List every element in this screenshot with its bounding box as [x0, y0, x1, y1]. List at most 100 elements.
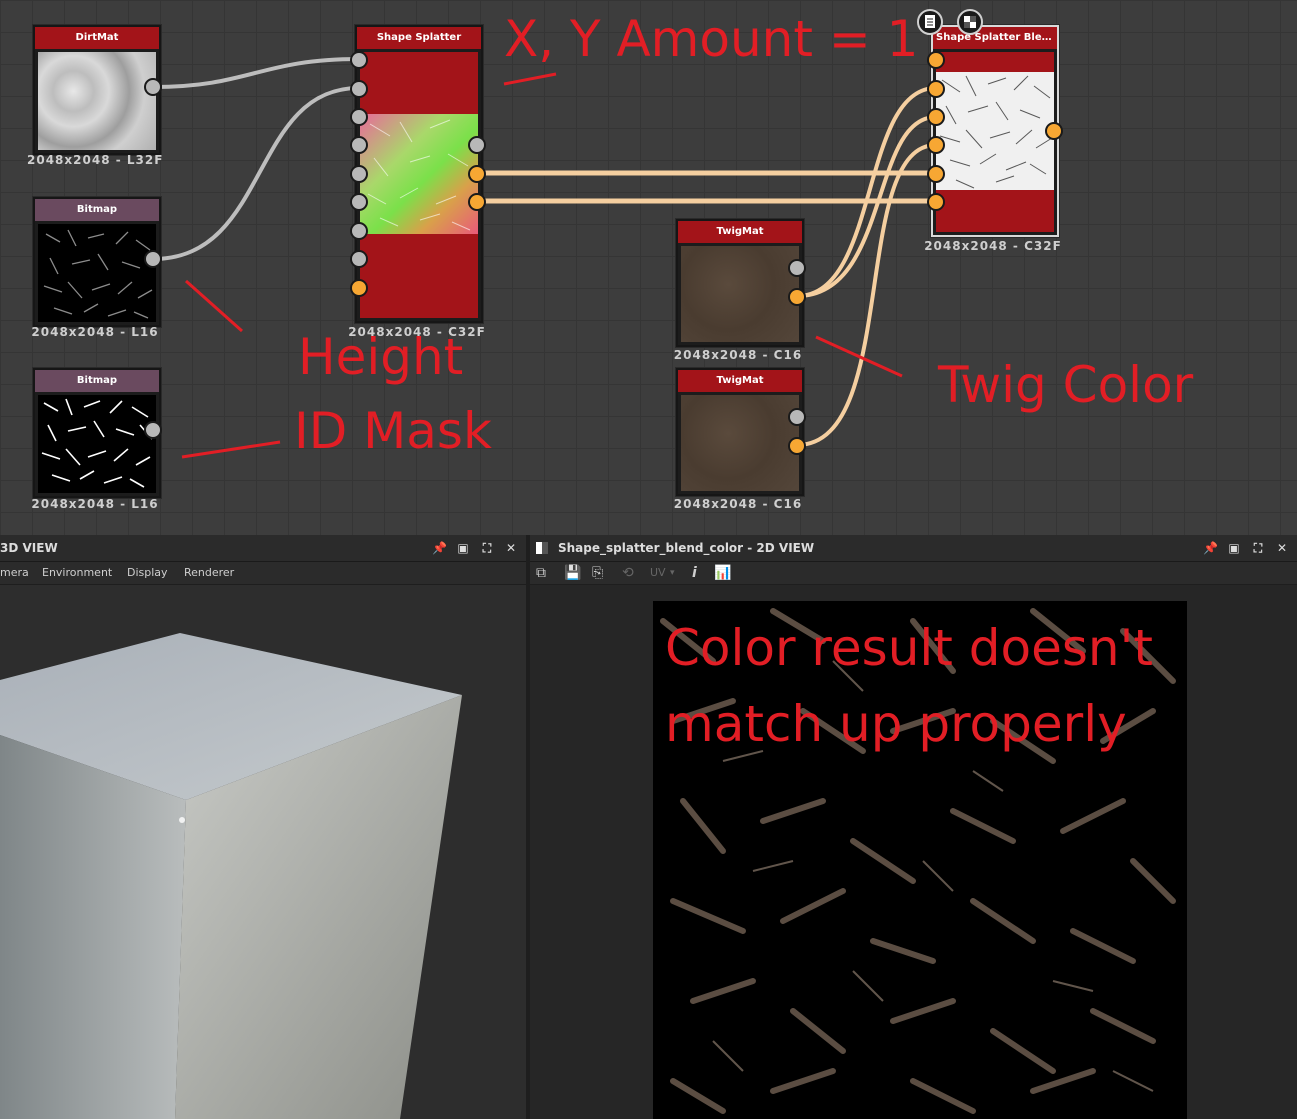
wire-twig2-to-blend: [796, 143, 937, 447]
input-pin-color[interactable]: [927, 80, 945, 98]
refresh-icon[interactable]: ⟲: [622, 562, 634, 584]
input-pin[interactable]: [350, 136, 368, 154]
annotation-underline-xy: [503, 72, 557, 86]
height-texture: [43, 229, 153, 319]
bottom-panels: 3D VIEW 📌 ▣ ⛶ ✕ mera Environment Display…: [0, 535, 1297, 1119]
menu-renderer[interactable]: Renderer: [184, 562, 234, 584]
checker-view-icon: [536, 542, 548, 554]
node-resolution: 2048x2048 - L16: [31, 325, 159, 339]
node-body-top: [360, 52, 478, 114]
splatter-texture: [367, 119, 471, 231]
view3d-header-icons: 📌 ▣ ⛶ ✕: [432, 535, 518, 561]
input-pin-color[interactable]: [927, 51, 945, 69]
output-pin[interactable]: [144, 78, 162, 96]
cube-left-face: [0, 735, 186, 1119]
view2d-header-icons: 📌 ▣ ⛶ ✕: [1203, 535, 1289, 561]
pin-icon[interactable]: 📌: [432, 535, 447, 561]
blend-texture: [939, 75, 1053, 189]
input-pin[interactable]: [350, 80, 368, 98]
cube-render: [0, 633, 462, 1119]
view3d-viewport[interactable]: [0, 585, 526, 1119]
maximize-icon[interactable]: ⛶: [1251, 535, 1265, 561]
node-thumbnail-blend: [936, 72, 1054, 190]
pin-icon[interactable]: 📌: [1203, 535, 1218, 561]
node-title: Bitmap: [35, 199, 159, 221]
output-pin-color[interactable]: [788, 437, 806, 455]
input-pin[interactable]: [350, 222, 368, 240]
node-graph[interactable]: DirtMat 2048x2048 - L32F Bitmap 2048x204…: [0, 0, 1297, 535]
view3d-menubar: mera Environment Display Renderer: [0, 562, 526, 584]
node-resolution: 2048x2048 - L16: [31, 497, 159, 511]
view2d-viewport[interactable]: Color result doesn't match up properly: [530, 585, 1297, 1119]
input-pin-color[interactable]: [350, 279, 368, 297]
checker-icon[interactable]: [957, 9, 983, 35]
menu-environment[interactable]: Environment: [42, 562, 112, 584]
annotation-twig-color: Twig Color: [938, 356, 1194, 414]
node-twigmat-1[interactable]: TwigMat: [676, 219, 804, 347]
node-title: Shape Splatter Blend C...: [933, 27, 1057, 49]
view2d-header: Shape_splatter_blend_color - 2D VIEW 📌 ▣…: [530, 535, 1297, 562]
node-dirtmat[interactable]: DirtMat: [33, 25, 161, 155]
export-icon[interactable]: ⎘: [592, 562, 603, 584]
annotation-color-result-line2: match up properly: [665, 695, 1127, 753]
output-pin[interactable]: [468, 136, 486, 154]
node-title: Bitmap: [35, 370, 159, 392]
output-pin-color[interactable]: [1045, 122, 1063, 140]
node-twigmat-2[interactable]: TwigMat: [676, 368, 804, 496]
output-pin[interactable]: [788, 408, 806, 426]
node-title: TwigMat: [678, 370, 802, 392]
output-pin-color[interactable]: [468, 165, 486, 183]
annotation-height: Height: [298, 328, 464, 386]
node-body-top: [936, 52, 1054, 72]
view3d-title: 3D VIEW: [0, 541, 58, 555]
close-icon[interactable]: ✕: [504, 535, 518, 561]
node-thumbnail-idmask: [38, 395, 156, 493]
output-pin-color[interactable]: [468, 193, 486, 211]
input-pin-color[interactable]: [927, 108, 945, 126]
node-thumbnail-twig: [681, 246, 799, 342]
float-icon[interactable]: ▣: [456, 535, 470, 561]
document-glyph: [925, 15, 935, 28]
input-pin-color[interactable]: [927, 193, 945, 211]
input-pin[interactable]: [350, 250, 368, 268]
output-pin[interactable]: [788, 259, 806, 277]
save-icon[interactable]: 💾: [564, 562, 581, 584]
menu-display[interactable]: Display: [127, 562, 168, 584]
info-icon[interactable]: i: [692, 562, 697, 584]
wire-dirtmat-to-splatter: [152, 57, 360, 89]
node-shape-splatter-blend[interactable]: Shape Splatter Blend C...: [931, 25, 1059, 237]
chevron-down-icon[interactable]: ▾: [670, 562, 675, 584]
node-title: TwigMat: [678, 221, 802, 243]
node-thumbnail-height: [38, 224, 156, 322]
copy-icon[interactable]: ⧉: [536, 562, 546, 584]
output-pin[interactable]: [144, 421, 162, 439]
input-pin-color[interactable]: [927, 136, 945, 154]
maximize-icon[interactable]: ⛶: [480, 535, 494, 561]
twig-result-texture: [660, 608, 1176, 1114]
node-title: DirtMat: [35, 27, 159, 49]
node-bitmap-height[interactable]: Bitmap: [33, 197, 161, 327]
input-pin[interactable]: [350, 51, 368, 69]
input-pin[interactable]: [350, 108, 368, 126]
annotation-xy-amount: X, Y Amount = 1: [504, 10, 919, 68]
float-icon[interactable]: ▣: [1227, 535, 1241, 561]
histogram-icon[interactable]: 📊: [714, 562, 731, 584]
node-shape-splatter[interactable]: Shape Splatter: [355, 25, 483, 323]
close-icon[interactable]: ✕: [1275, 535, 1289, 561]
graph-wires: [152, 57, 937, 459]
node-title: Shape Splatter: [357, 27, 481, 49]
input-pin[interactable]: [350, 193, 368, 211]
document-icon[interactable]: [917, 9, 943, 35]
view2d-texture: Color result doesn't match up properly: [653, 601, 1187, 1119]
node-resolution: 2048x2048 - C32F: [924, 239, 1062, 253]
node-thumbnail-dirt: [38, 52, 156, 150]
node-bitmap-idmask[interactable]: Bitmap: [33, 368, 161, 498]
menu-camera[interactable]: mera: [0, 562, 29, 584]
input-pin-color[interactable]: [927, 165, 945, 183]
annotation-id-mask: ID Mask: [294, 402, 492, 460]
view2d-toolbar: ⧉ 💾 ⎘ ⟲ UV ▾ i 📊: [530, 562, 1297, 584]
input-pin[interactable]: [350, 165, 368, 183]
output-pin-color[interactable]: [788, 288, 806, 306]
uv-dropdown[interactable]: UV: [650, 562, 666, 584]
output-pin[interactable]: [144, 250, 162, 268]
